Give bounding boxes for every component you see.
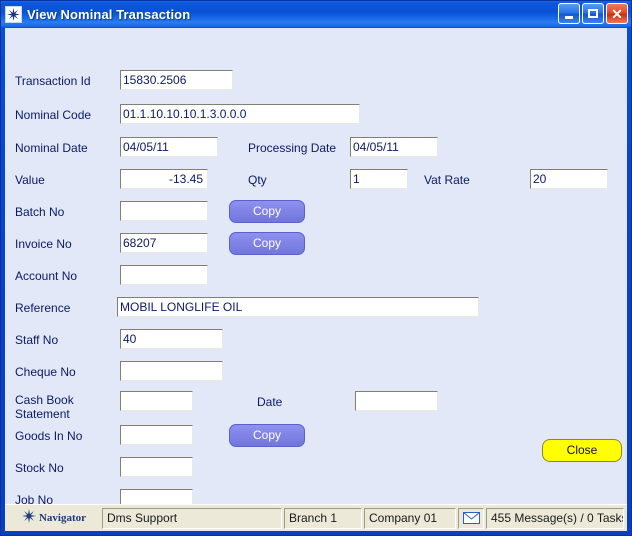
minimize-icon xyxy=(565,15,573,19)
compass-star-icon xyxy=(5,6,22,23)
label-goods-in-no: Goods In No xyxy=(15,429,83,443)
label-vat-rate: Vat Rate xyxy=(424,173,470,187)
status-messages: 455 Message(s) / 0 Tasks xyxy=(486,507,624,529)
label-batch-no: Batch No xyxy=(15,205,65,219)
cash-book-statement-input[interactable] xyxy=(120,391,193,411)
label-cash-book-statement: Cash Book Statement xyxy=(15,393,74,421)
account-no-input[interactable] xyxy=(120,265,208,285)
close-window-button[interactable]: ✕ xyxy=(606,3,628,24)
transaction-id-input[interactable] xyxy=(120,70,233,90)
label-date: Date xyxy=(257,395,283,409)
compass-star-icon xyxy=(21,508,36,528)
job-no-input[interactable] xyxy=(120,489,193,504)
label-staff-no: Staff No xyxy=(15,333,59,347)
invoice-no-input[interactable] xyxy=(120,233,208,253)
label-reference: Reference xyxy=(15,301,71,315)
label-processing-date: Processing Date xyxy=(248,141,337,155)
date-input[interactable] xyxy=(355,391,438,411)
status-user: Dms Support xyxy=(102,507,282,529)
batch-no-input[interactable] xyxy=(120,201,208,221)
label-job-no: Job No xyxy=(15,493,54,504)
close-button[interactable]: Close xyxy=(542,439,622,462)
status-company: Company 01 xyxy=(364,507,456,529)
processing-date-input[interactable] xyxy=(350,137,438,157)
nominal-code-input[interactable] xyxy=(120,104,360,124)
cheque-no-input[interactable] xyxy=(120,361,223,381)
maximize-icon xyxy=(588,9,598,18)
navigator-brand: Navigator xyxy=(6,508,102,529)
goods-in-no-input[interactable] xyxy=(120,425,193,445)
envelope-icon[interactable] xyxy=(458,507,484,529)
maximize-button[interactable] xyxy=(582,3,604,24)
label-cheque-no: Cheque No xyxy=(15,365,76,379)
copy-batch-no-button[interactable]: Copy xyxy=(229,200,305,223)
minimize-button[interactable] xyxy=(558,3,580,24)
close-icon: ✕ xyxy=(611,5,623,22)
value-input[interactable] xyxy=(120,169,208,189)
label-account-no: Account No xyxy=(15,269,78,283)
status-bar: Navigator Dms Support Branch 1 Company 0… xyxy=(5,504,627,531)
nominal-date-input[interactable] xyxy=(120,137,218,157)
navigator-brand-text: Navigator xyxy=(38,512,87,524)
label-qty: Qty xyxy=(248,173,267,187)
vat-rate-input[interactable] xyxy=(530,169,608,189)
status-branch: Branch 1 xyxy=(284,507,362,529)
stock-no-input[interactable] xyxy=(120,457,193,477)
view-nominal-transaction-window: View Nominal Transaction ✕ Transaction I… xyxy=(0,0,632,536)
staff-no-input[interactable] xyxy=(120,329,223,349)
label-stock-no: Stock No xyxy=(15,461,64,475)
title-bar[interactable]: View Nominal Transaction ✕ xyxy=(1,1,631,28)
reference-input[interactable] xyxy=(117,297,479,317)
window-title: View Nominal Transaction xyxy=(27,7,191,22)
window-controls: ✕ xyxy=(558,3,628,24)
label-nominal-date: Nominal Date xyxy=(15,141,88,155)
qty-input[interactable] xyxy=(350,169,408,189)
label-invoice-no: Invoice No xyxy=(15,237,72,251)
label-transaction-id: Transaction Id xyxy=(15,74,91,88)
copy-invoice-no-button[interactable]: Copy xyxy=(229,232,305,255)
label-value: Value xyxy=(15,173,45,187)
label-nominal-code: Nominal Code xyxy=(15,108,92,122)
copy-goods-in-no-button[interactable]: Copy xyxy=(229,424,305,447)
form-area: Transaction Id Nominal Code Nominal Date… xyxy=(5,28,627,504)
